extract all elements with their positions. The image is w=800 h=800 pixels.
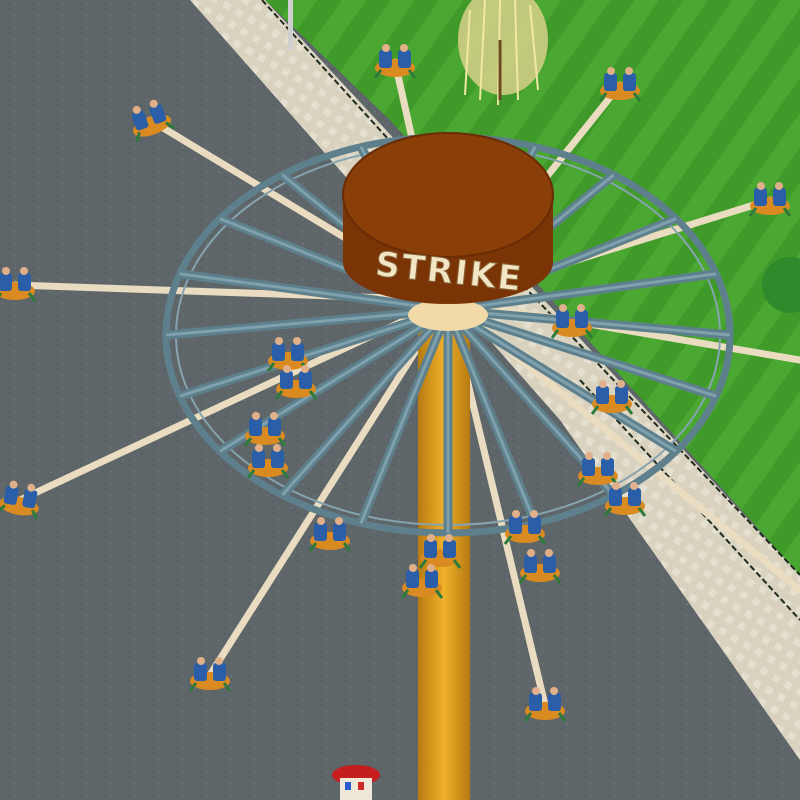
ride-scene: STRIKE: [0, 0, 800, 800]
lamp-post: [288, 0, 293, 50]
